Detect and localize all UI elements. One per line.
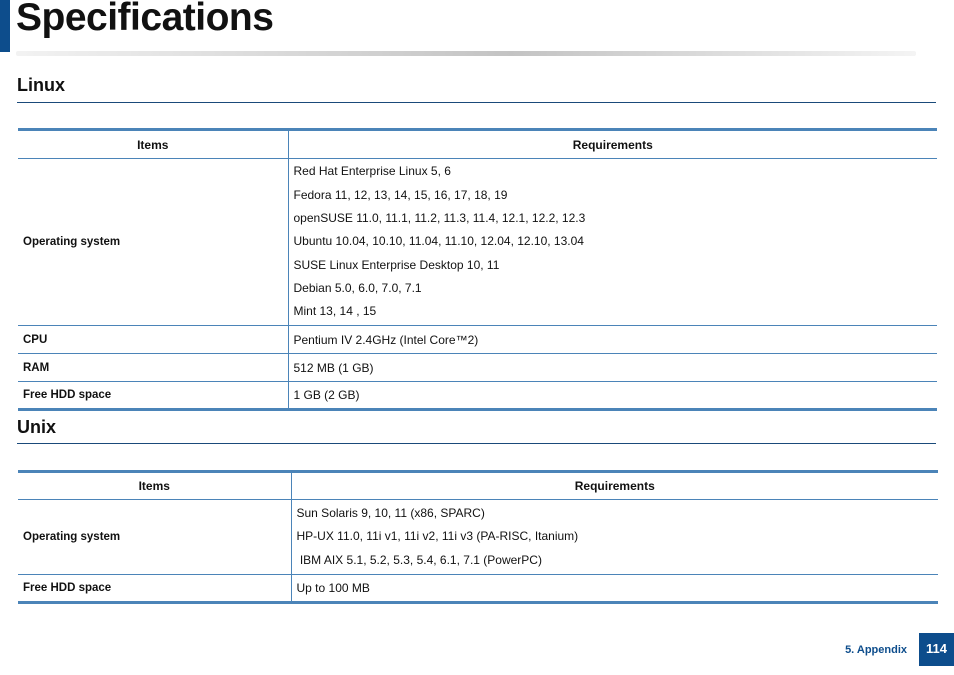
linux-heading-rule	[17, 102, 936, 103]
os-line-ubuntu: Ubuntu 10.04, 10.10, 11.04, 11.10, 12.04…	[293, 234, 584, 249]
unix-heading: Unix	[17, 417, 57, 437]
linux-heading: Linux	[17, 75, 65, 95]
operating-system-label: Operating system	[18, 158, 288, 326]
unix-heading-rule	[17, 443, 936, 444]
os-line-opensuse: openSUSE 11.0, 11.1, 11.2, 11.3, 11.4, 1…	[293, 211, 586, 226]
ram-value: 512 MB (1 GB)	[287, 353, 937, 382]
table-row-free-hdd-space: Free HDD space Up to 100 MB	[18, 574, 938, 604]
os-line-hpux: HP-UX 11.0, 11i v1, 11i v2, 11i v3 (PA-R…	[296, 529, 579, 544]
footer-section-label: 5. Appendix	[845, 644, 907, 656]
os-line-mint: Mint 13, 14 , 15	[293, 304, 377, 319]
operating-system-values: Red Hat Enterprise Linux 5, 6 Fedora 11,…	[287, 158, 937, 326]
os-line-redhat: Red Hat Enterprise Linux 5, 6	[293, 164, 451, 179]
os-line-aix: IBM AIX 5.1, 5.2, 5.3, 5.4, 6.1, 7.1 (Po…	[296, 552, 542, 567]
free-hdd-space-label: Free HDD space	[18, 381, 288, 411]
free-hdd-space-value: 1 GB (2 GB)	[287, 381, 937, 411]
requirements-column-header: Requirements	[287, 128, 937, 159]
requirements-column-header: Requirements	[290, 470, 938, 500]
cpu-label: CPU	[18, 325, 288, 354]
cpu-value: Pentium IV 2.4GHz (Intel Core™2)	[287, 325, 937, 354]
os-line-suse-desktop: SUSE Linux Enterprise Desktop 10, 11	[293, 257, 500, 272]
table-row-cpu: CPU Pentium IV 2.4GHz (Intel Core™2)	[18, 325, 937, 354]
title-accent-bar	[0, 0, 10, 52]
table-row-ram: RAM 512 MB (1 GB)	[18, 353, 937, 382]
unix-requirements-table: Items Requirements Operating system Sun …	[18, 470, 938, 604]
os-line-debian: Debian 5.0, 6.0, 7.0, 7.1	[293, 280, 422, 295]
table-header-row: Items Requirements	[18, 470, 938, 500]
title-underline	[16, 51, 916, 56]
free-hdd-space-value: Up to 100 MB	[290, 574, 938, 604]
page-number-badge: 114	[919, 633, 954, 666]
linux-requirements-table: Items Requirements Operating system Red …	[18, 128, 937, 411]
os-line-fedora: Fedora 11, 12, 13, 14, 15, 16, 17, 18, 1…	[293, 187, 508, 202]
ram-label: RAM	[18, 353, 288, 382]
page-title: Specifications	[16, 0, 274, 39]
operating-system-values: Sun Solaris 9, 10, 11 (x86, SPARC) HP-UX…	[290, 499, 938, 575]
table-row-operating-system: Operating system Sun Solaris 9, 10, 11 (…	[18, 499, 938, 575]
free-hdd-space-label: Free HDD space	[18, 574, 291, 604]
table-header-row: Items Requirements	[18, 128, 937, 159]
table-row-free-hdd-space: Free HDD space 1 GB (2 GB)	[18, 381, 937, 411]
operating-system-label: Operating system	[18, 499, 291, 575]
table-row-operating-system: Operating system Red Hat Enterprise Linu…	[18, 158, 937, 326]
items-column-header: Items	[18, 128, 288, 159]
items-column-header: Items	[18, 470, 291, 500]
os-line-solaris: Sun Solaris 9, 10, 11 (x86, SPARC)	[296, 506, 485, 521]
